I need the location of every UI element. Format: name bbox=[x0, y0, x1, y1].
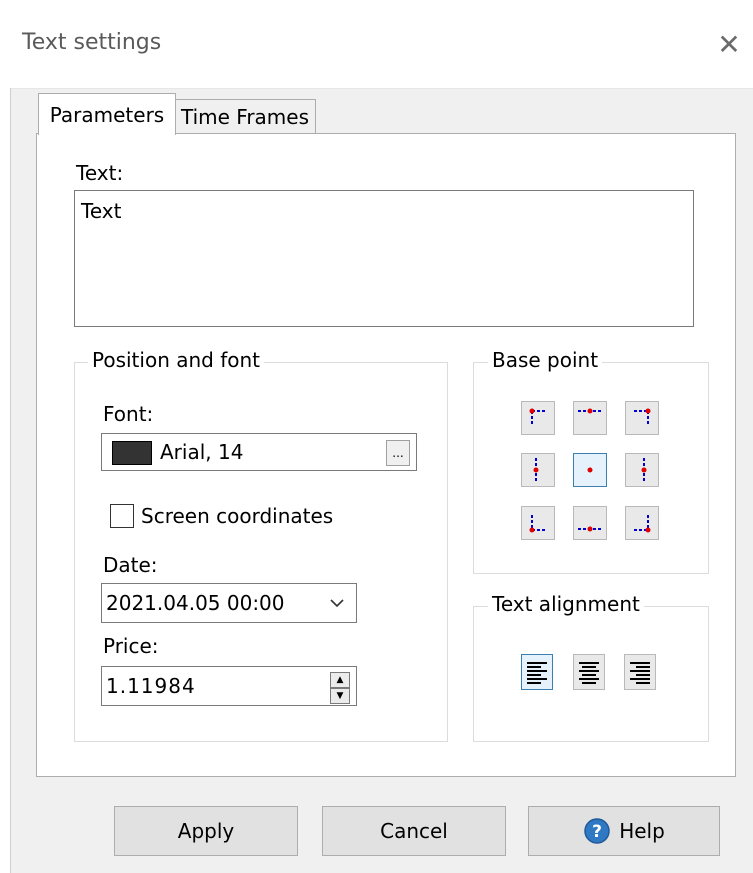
date-label: Date: bbox=[103, 553, 158, 577]
base-point-top-center-icon bbox=[578, 408, 602, 414]
tab-parameters[interactable]: Parameters bbox=[38, 93, 176, 135]
base-point-center-button[interactable] bbox=[573, 453, 607, 487]
font-color-swatch[interactable] bbox=[112, 441, 152, 465]
font-picker[interactable]: Arial, 14 ... bbox=[101, 433, 417, 471]
apply-label: Apply bbox=[177, 819, 235, 843]
base-point-middle-left-button[interactable] bbox=[521, 453, 555, 487]
help-button[interactable]: ? Help bbox=[528, 806, 720, 856]
close-icon: ✕ bbox=[717, 27, 741, 61]
cancel-button[interactable]: Cancel bbox=[322, 806, 506, 856]
tab-label: Parameters bbox=[49, 102, 165, 127]
spin-up-icon: ▲ bbox=[336, 675, 344, 685]
font-browse-button[interactable]: ... bbox=[386, 440, 410, 466]
base-point-bottom-left-icon bbox=[529, 515, 546, 533]
base-point-bottom-right-icon bbox=[634, 515, 651, 533]
tab-label: Time Frames bbox=[180, 105, 310, 129]
title-bar: Text settings ✕ bbox=[0, 0, 753, 89]
price-value: 1.11984 bbox=[106, 674, 196, 698]
tab-time-frames[interactable]: Time Frames bbox=[174, 99, 316, 134]
spin-down-icon: ▼ bbox=[336, 691, 344, 701]
base-point-top-left-button[interactable] bbox=[521, 401, 555, 435]
help-label: Help bbox=[619, 819, 665, 843]
base-point-bottom-right-button[interactable] bbox=[625, 506, 659, 540]
spin-up-button[interactable]: ▲ bbox=[330, 672, 350, 688]
svg-text:?: ? bbox=[592, 822, 602, 842]
base-point-top-left-icon bbox=[529, 408, 546, 426]
price-label: Price: bbox=[103, 634, 159, 658]
base-point-title: Base point bbox=[488, 348, 603, 372]
font-value: Arial, 14 bbox=[160, 440, 244, 464]
screen-coordinates-label: Screen coordinates bbox=[141, 504, 334, 528]
window-title: Text settings bbox=[22, 30, 162, 55]
text-label: Text: bbox=[76, 161, 124, 185]
window-edge bbox=[0, 88, 11, 873]
price-spinbox[interactable]: 1.11984 ▲ ▼ bbox=[101, 666, 357, 706]
base-point-top-center-button[interactable] bbox=[573, 401, 607, 435]
font-label: Font: bbox=[103, 402, 154, 426]
align-center-icon bbox=[579, 662, 599, 684]
screen-coordinates-checkbox[interactable] bbox=[110, 504, 134, 528]
base-point-middle-right-icon bbox=[641, 458, 647, 482]
chevron-down-icon[interactable] bbox=[328, 592, 346, 612]
text-input[interactable]: Text bbox=[74, 190, 694, 327]
base-point-top-right-icon bbox=[634, 408, 651, 426]
base-point-middle-right-button[interactable] bbox=[625, 453, 659, 487]
help-icon: ? bbox=[584, 818, 610, 844]
close-button[interactable]: ✕ bbox=[707, 22, 751, 66]
date-picker[interactable]: 2021.04.05 00:00 bbox=[101, 583, 357, 623]
base-point-bottom-left-button[interactable] bbox=[521, 506, 555, 540]
align-center-button[interactable] bbox=[573, 654, 605, 690]
align-right-icon bbox=[630, 662, 650, 684]
base-point-bottom-center-icon bbox=[578, 526, 602, 532]
align-left-icon bbox=[527, 662, 547, 684]
date-value: 2021.04.05 00:00 bbox=[106, 591, 285, 615]
align-left-button[interactable] bbox=[521, 654, 553, 690]
base-point-bottom-center-button[interactable] bbox=[573, 506, 607, 540]
position-font-title: Position and font bbox=[88, 348, 265, 372]
cancel-label: Cancel bbox=[380, 819, 448, 843]
spin-down-button[interactable]: ▼ bbox=[330, 688, 350, 704]
align-right-button[interactable] bbox=[624, 654, 656, 690]
apply-button[interactable]: Apply bbox=[114, 806, 298, 856]
base-point-middle-left-icon bbox=[533, 458, 539, 482]
base-point-center-icon bbox=[587, 467, 593, 473]
text-alignment-title: Text alignment bbox=[488, 592, 644, 616]
base-point-top-right-button[interactable] bbox=[625, 401, 659, 435]
